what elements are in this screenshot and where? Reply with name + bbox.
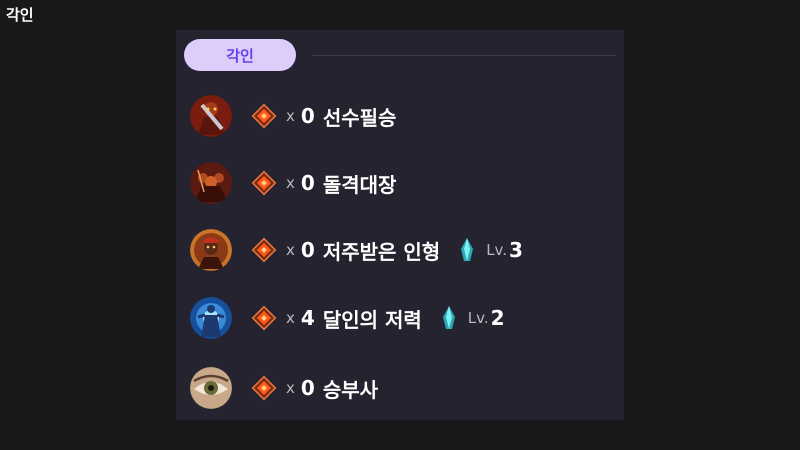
level-value: 2 [490, 306, 505, 330]
gem-icon [251, 237, 277, 263]
engraving-tab-pill[interactable]: 각인 [184, 39, 296, 71]
level-value: 3 [509, 238, 523, 262]
engraving-name: 승부사 [322, 377, 379, 402]
page-title: 각인 [6, 6, 34, 24]
multiplier-label: x [286, 241, 295, 259]
crystal-icon [461, 238, 474, 261]
engraving-panel: 각인 x 0 선수필승 x 0 돌격대장 x 0 저주받은 인형 Lv. 3 x… [176, 30, 624, 420]
engraving-count: 0 [300, 376, 315, 400]
engraving-row[interactable]: x 0 저주받은 인형 Lv. 3 [190, 228, 523, 272]
eye-portrait-icon [190, 367, 232, 409]
cursed-doll-portrait-icon [190, 229, 232, 271]
multiplier-label: x [286, 309, 295, 327]
gem-icon [251, 103, 277, 129]
multiplier-label: x [286, 107, 295, 125]
engraving-row[interactable]: x 0 승부사 [190, 366, 378, 410]
engraving-name: 달인의 저력 [322, 307, 422, 332]
engraving-count: 0 [300, 171, 315, 195]
multiplier-label: x [286, 379, 295, 397]
level-label: Lv. [467, 309, 489, 327]
engraving-count: 0 [300, 238, 315, 262]
gem-icon [251, 375, 277, 401]
engraving-count: 4 [300, 306, 315, 330]
header-divider [312, 55, 616, 56]
engraving-name: 돌격대장 [322, 172, 397, 197]
gem-icon [251, 170, 277, 196]
engraving-name: 선수필승 [322, 105, 397, 130]
engraving-name: 저주받은 인형 [322, 239, 441, 264]
gem-icon [251, 305, 277, 331]
engraving-row[interactable]: x 0 선수필승 [190, 94, 396, 138]
crystal-icon [442, 306, 455, 329]
warrior-portrait-icon [190, 95, 232, 137]
engraving-row[interactable]: x 0 돌격대장 [190, 161, 396, 205]
master-strength-portrait-icon [190, 297, 232, 339]
engraving-row[interactable]: x 4 달인의 저력 Lv. 2 [190, 296, 505, 340]
engraving-count: 0 [300, 104, 315, 128]
charging-warriors-portrait-icon [190, 162, 232, 204]
multiplier-label: x [286, 174, 295, 192]
level-label: Lv. [486, 241, 508, 259]
